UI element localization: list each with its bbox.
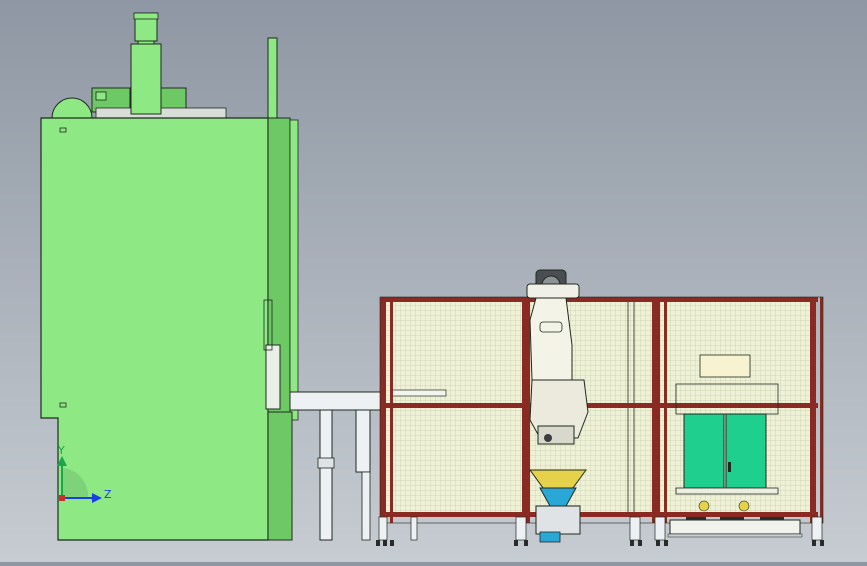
exhaust-pipe-thin <box>267 37 278 119</box>
cart-yellow-dot-1 <box>698 500 710 512</box>
cabinet-door-right <box>725 413 767 489</box>
cad-viewport[interactable]: Y Z <box>0 0 867 562</box>
cart-caster-set <box>686 517 784 520</box>
cabinet-shelf <box>675 487 779 495</box>
robot-upper-arm <box>529 297 573 393</box>
cabinet-door-left <box>683 413 725 489</box>
triad-x-marker <box>59 495 65 501</box>
conveyor-beam <box>289 391 386 411</box>
hopper-stand <box>535 505 581 535</box>
robot-wrist-flange <box>544 434 552 442</box>
fence-feet <box>376 540 824 546</box>
support-leg-1 <box>319 409 333 541</box>
triad-y-label: Y <box>57 444 65 457</box>
chimney-cap-rim <box>133 12 159 20</box>
machine-side-strip <box>289 119 299 421</box>
cart-yellow-dot-2 <box>738 500 750 512</box>
cad-assembly-drawing: Y Z <box>40 12 824 546</box>
robot-top-bracket <box>526 283 580 299</box>
machine-side-strip-lower <box>267 411 293 541</box>
triad-z-label: Z <box>104 488 112 501</box>
interior-shelf <box>391 389 447 397</box>
support-leg-2 <box>355 409 371 473</box>
machine-top-box-small <box>95 91 107 101</box>
support-leg-1-collar <box>317 457 335 469</box>
fence-panel-right-upper <box>660 300 814 406</box>
support-leg-2-lower <box>361 471 371 541</box>
control-box <box>265 344 281 410</box>
feed-hopper <box>529 469 587 543</box>
cart-rail <box>667 533 803 538</box>
hopper-base-blue <box>539 531 561 543</box>
cart-base <box>669 519 801 535</box>
fence-panel-left-lower <box>384 406 524 514</box>
cabinet-handle <box>728 462 731 472</box>
machine-dome <box>51 97 93 119</box>
cabinet-header-panel <box>699 354 751 378</box>
main-machine <box>40 12 299 541</box>
robot-wrist <box>537 425 575 445</box>
chimney-base <box>130 43 162 115</box>
